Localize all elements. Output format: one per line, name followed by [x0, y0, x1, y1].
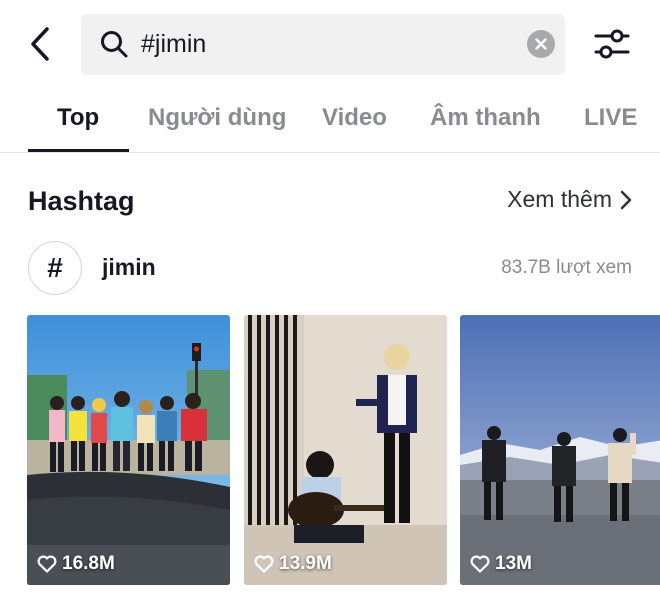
- search-input[interactable]: #jimin: [141, 28, 206, 60]
- tab-users[interactable]: Người dùng: [148, 104, 286, 132]
- video-thumbnail[interactable]: 13.9M: [244, 315, 447, 585]
- hashtag-views: 83.7B lượt xem: [501, 257, 632, 278]
- video-thumbnail[interactable]: 16.8M: [27, 315, 230, 585]
- heart-icon: [37, 555, 57, 573]
- chevron-left-icon: [31, 27, 49, 61]
- filter-button[interactable]: [590, 24, 634, 64]
- clear-search-button[interactable]: [527, 30, 555, 58]
- active-tab-indicator: [28, 149, 129, 152]
- close-icon: [535, 38, 547, 50]
- chevron-right-icon: [620, 190, 632, 209]
- video-thumbnail-image: [244, 315, 447, 585]
- search-bar[interactable]: #jimin: [81, 14, 565, 75]
- like-count: 16.8M: [37, 553, 115, 575]
- see-more-link[interactable]: Xem thêm: [507, 186, 632, 213]
- search-tabs: Top Người dùng Video Âm thanh LIVE: [0, 90, 660, 153]
- video-thumbnail-image: [27, 315, 230, 585]
- like-count: 13.9M: [254, 553, 332, 575]
- like-count-value: 16.8M: [62, 553, 115, 574]
- tab-live[interactable]: LIVE: [584, 104, 637, 132]
- tab-top[interactable]: Top: [57, 104, 99, 132]
- heart-icon: [254, 555, 274, 573]
- tab-video[interactable]: Video: [322, 104, 387, 132]
- hashtag-row[interactable]: # jimin 83.7B lượt xem: [28, 241, 632, 297]
- like-count-value: 13.9M: [279, 553, 332, 574]
- back-button[interactable]: [22, 24, 58, 64]
- hashtag-name: jimin: [102, 254, 156, 280]
- search-header: #jimin: [0, 0, 660, 90]
- video-grid: 16.8M 13.9M 13M: [0, 315, 660, 587]
- like-count: 13M: [470, 553, 532, 575]
- video-thumbnail-image: [460, 315, 660, 585]
- see-more-label: Xem thêm: [507, 186, 612, 212]
- tab-sounds[interactable]: Âm thanh: [430, 104, 541, 132]
- video-thumbnail[interactable]: 13M: [460, 315, 660, 585]
- heart-icon: [470, 555, 490, 573]
- search-icon: [101, 31, 128, 58]
- like-count-value: 13M: [495, 553, 532, 574]
- sliders-icon: [594, 29, 630, 59]
- hashtag-icon: #: [28, 241, 82, 295]
- section-title: Hashtag: [28, 186, 135, 216]
